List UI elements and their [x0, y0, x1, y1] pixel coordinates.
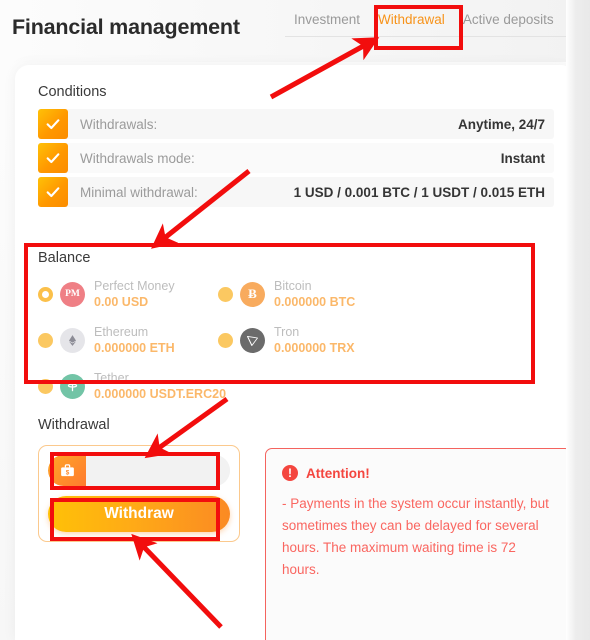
- coin-name: Tron: [274, 325, 300, 339]
- attention-body: - Payments in the system occur instantly…: [282, 496, 549, 577]
- main-card: Conditions Withdrawals: Anytime, 24/7 Wi…: [15, 65, 575, 640]
- withdrawal-title: Withdrawal: [38, 417, 110, 433]
- balance-title: Balance: [38, 250, 91, 266]
- balance-item-ethereum[interactable]: Ethereum 0.000000 ETH: [38, 324, 218, 356]
- radio-perfect-money[interactable]: [38, 286, 53, 302]
- coin-name: Bitcoin: [274, 279, 312, 293]
- coin-amount: 0.000000 USDT.ERC20: [94, 387, 227, 401]
- balance-item-texts: Perfect Money 0.00 USD: [94, 278, 175, 310]
- condition-row: Withdrawals: Anytime, 24/7: [38, 109, 554, 139]
- balance-section: Balance PM Perfect Money 0.00 USD Ƀ Bitc…: [38, 250, 554, 416]
- radio-bitcoin[interactable]: [218, 286, 233, 302]
- ethereum-icon: [60, 327, 85, 353]
- tron-icon: [240, 327, 265, 353]
- condition-label: Withdrawals mode:: [80, 150, 195, 166]
- condition-label: Minimal withdrawal:: [80, 184, 198, 200]
- perfect-money-icon: PM: [60, 281, 85, 307]
- balance-item-tether[interactable]: Tether 0.000000 USDT.ERC20: [38, 370, 226, 402]
- tab-investment[interactable]: Investment: [285, 12, 369, 27]
- withdrawal-section: Withdrawal $ Withdraw: [38, 417, 240, 542]
- tab-bar: Investment Withdrawal Active deposits: [285, 12, 572, 37]
- bitcoin-icon: Ƀ: [240, 281, 265, 307]
- radio-tether[interactable]: [38, 378, 53, 394]
- radio-tron[interactable]: [218, 332, 233, 348]
- coin-amount: 0.000000 TRX: [274, 341, 355, 355]
- exclamation-circle-icon: !: [282, 465, 298, 481]
- balance-item-texts: Tron 0.000000 TRX: [274, 324, 355, 356]
- tether-icon: [60, 373, 85, 399]
- condition-value: Anytime, 24/7: [457, 116, 545, 132]
- attention-title: Attention!: [306, 465, 370, 481]
- balance-item-texts: Tether 0.000000 USDT.ERC20: [94, 370, 226, 402]
- coin-amount: 0.000000 BTC: [274, 295, 356, 309]
- tab-active-deposits[interactable]: Active deposits: [454, 12, 563, 27]
- condition-label: Withdrawals:: [80, 116, 158, 132]
- conditions-section: Conditions Withdrawals: Anytime, 24/7 Wi…: [38, 84, 554, 211]
- withdraw-button[interactable]: Withdraw: [48, 496, 230, 532]
- tab-withdrawal[interactable]: Withdrawal: [369, 12, 454, 27]
- scrollbar-track[interactable]: [566, 0, 590, 640]
- page-title: Financial management: [12, 15, 240, 39]
- attention-header: ! Attention!: [282, 465, 555, 481]
- balance-item-perfect-money[interactable]: PM Perfect Money 0.00 USD: [38, 278, 218, 310]
- condition-row: Minimal withdrawal: 1 USD / 0.001 BTC / …: [38, 177, 554, 207]
- page-header: Financial management Investment Withdraw…: [0, 0, 590, 62]
- radio-ethereum[interactable]: [38, 332, 53, 348]
- check-icon: [38, 177, 68, 207]
- balance-item-texts: Bitcoin 0.000000 BTC: [274, 278, 355, 310]
- attention-panel: ! Attention! - Payments in the system oc…: [265, 448, 572, 640]
- money-briefcase-icon: $: [48, 455, 86, 486]
- svg-text:$: $: [65, 469, 69, 476]
- coin-amount: 0.000000 ETH: [94, 341, 175, 355]
- coin-name: Ethereum: [94, 325, 149, 339]
- app-root: Financial management Investment Withdraw…: [0, 0, 590, 640]
- conditions-title: Conditions: [38, 84, 107, 100]
- condition-row: Withdrawals mode: Instant: [38, 143, 554, 173]
- check-icon: [38, 143, 68, 173]
- condition-value: Instant: [500, 150, 545, 166]
- balance-grid: PM Perfect Money 0.00 USD Ƀ Bitcoin 0.00…: [38, 278, 554, 416]
- coin-name: Tether: [94, 371, 129, 385]
- balance-item-texts: Ethereum 0.000000 ETH: [94, 324, 175, 356]
- amount-field-wrap: $: [48, 455, 230, 486]
- balance-item-bitcoin[interactable]: Ƀ Bitcoin 0.000000 BTC: [218, 278, 398, 310]
- condition-value: 1 USD / 0.001 BTC / 1 USDT / 0.015 ETH: [293, 184, 545, 200]
- amount-input[interactable]: [86, 455, 230, 486]
- balance-item-tron[interactable]: Tron 0.000000 TRX: [218, 324, 398, 356]
- coin-name: Perfect Money: [94, 279, 175, 293]
- check-icon: [38, 109, 68, 139]
- coin-amount: 0.00 USD: [94, 295, 149, 309]
- withdrawal-form: $ Withdraw: [38, 445, 240, 542]
